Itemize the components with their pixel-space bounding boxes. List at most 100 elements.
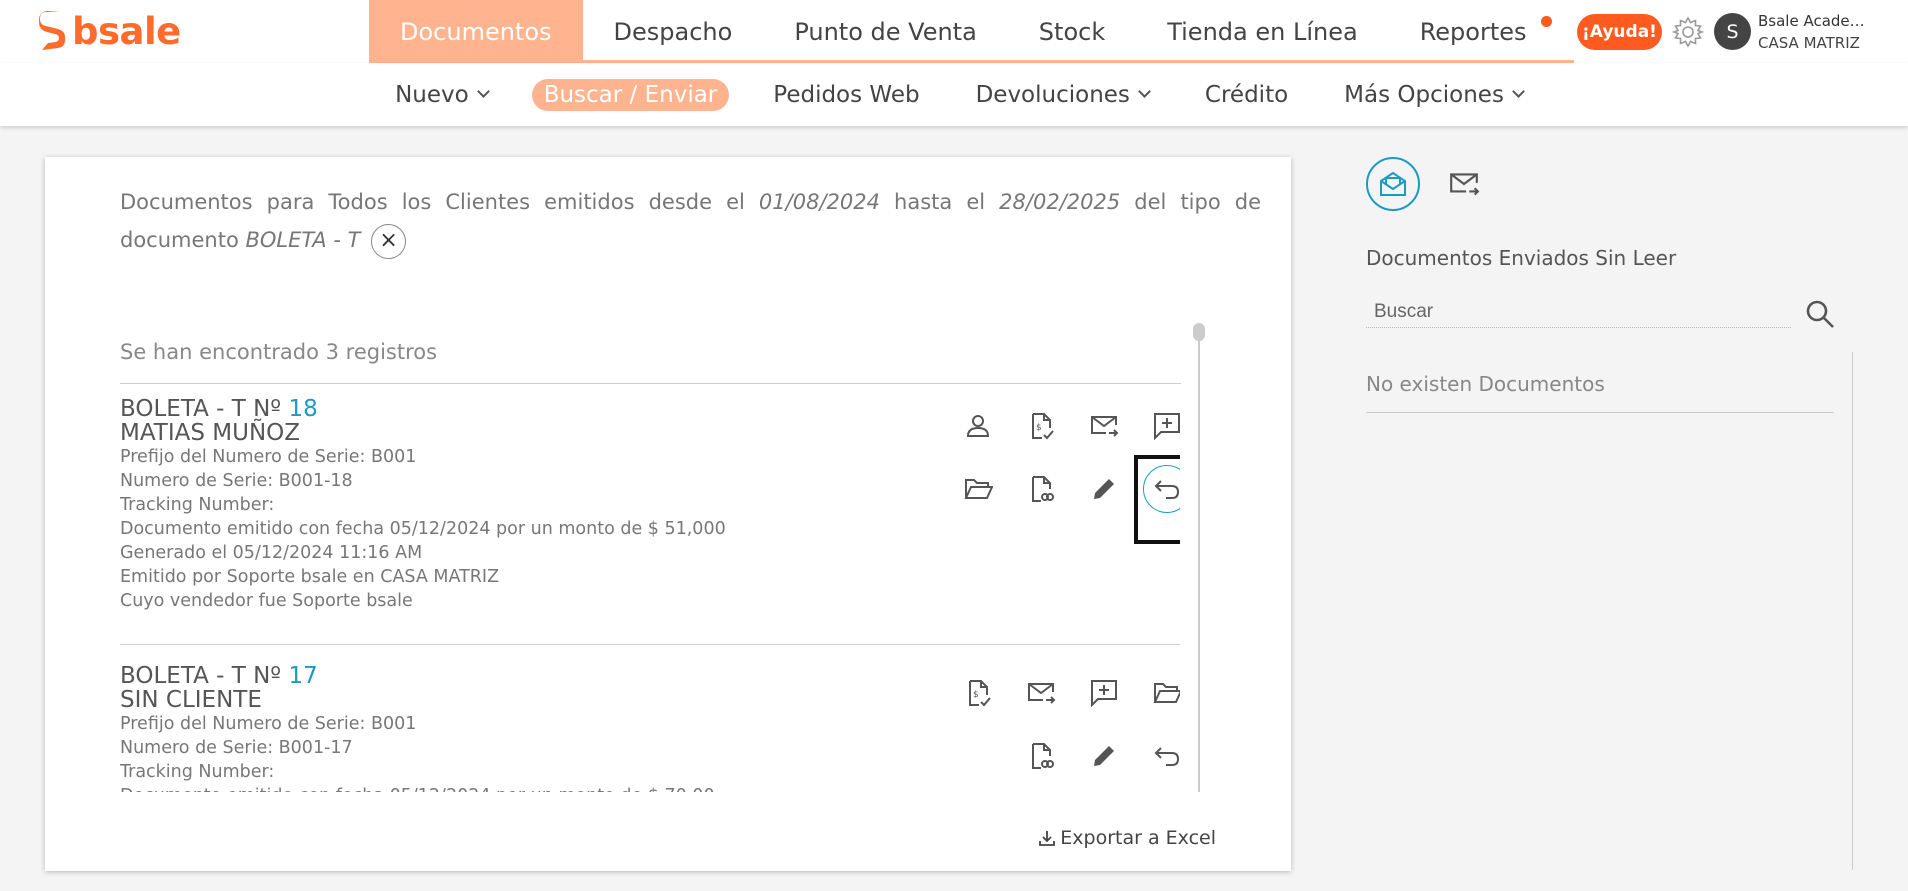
send-email-button[interactable] [1017, 669, 1065, 717]
filter-text-part: hasta el [894, 190, 986, 214]
nav-label: Documentos [400, 17, 552, 46]
payment-document-button[interactable]: $ [1017, 402, 1065, 450]
user-name[interactable]: Bsale Academ... [1758, 12, 1878, 30]
subnav-label: Pedidos Web [773, 81, 920, 108]
edit-button[interactable] [1080, 465, 1128, 513]
subnav-credito[interactable]: Crédito [1177, 79, 1316, 111]
records-list: BOLETA - T Nº 18 MATIAS MUÑOZ Prefijo de… [120, 387, 1180, 792]
nav-punto-de-venta[interactable]: Punto de Venta [763, 0, 1007, 63]
sub-nav: Nuevo Buscar / Enviar Pedidos Web Devolu… [0, 63, 1908, 126]
document-dollar-icon: $ [969, 680, 991, 707]
document-dollar-icon: $ [1032, 413, 1054, 440]
return-button[interactable] [1143, 732, 1180, 780]
scrollbar-thumb[interactable] [1193, 323, 1205, 341]
panel-title: Documentos Enviados Sin Leer [1366, 246, 1677, 270]
comment-add-icon [1154, 413, 1180, 441]
filter-text-part: Documentos para Todos los Clientes emiti… [120, 190, 745, 214]
user-branch[interactable]: CASA MATRIZ [1758, 34, 1860, 52]
help-button[interactable]: ¡Ayuda! [1577, 14, 1662, 50]
record-number[interactable]: 18 [288, 396, 317, 422]
clear-filter-button[interactable]: × [371, 223, 407, 259]
results-count: Se han encontrado 3 registros [120, 340, 438, 364]
top-bar: bsale Documentos Despacho Punto de Venta… [0, 0, 1908, 63]
search-icon[interactable] [1803, 297, 1837, 331]
pencil-icon [1094, 746, 1114, 766]
user-icon [966, 415, 990, 437]
sub-bar: Nuevo Buscar / Enviar Pedidos Web Devolu… [0, 63, 1908, 126]
chevron-down-icon [1512, 85, 1525, 98]
record-detail: Documento emitido con fecha 05/12/2024 p… [120, 784, 1180, 792]
list-item: BOLETA - T Nº 17 SIN CLIENTE Prefijo del… [120, 664, 1180, 792]
mail-send-icon [1091, 416, 1119, 437]
empty-message: No existen Documentos [1366, 372, 1605, 396]
mail-send-icon [1450, 173, 1480, 196]
scrollbar-track[interactable] [1198, 327, 1200, 792]
send-email-button[interactable] [1080, 402, 1128, 450]
nav-tienda-en-linea[interactable]: Tienda en Línea [1136, 0, 1388, 63]
sent-documents-tab[interactable] [1437, 157, 1491, 211]
search-field [1366, 297, 1791, 328]
open-folder-button[interactable] [954, 465, 1002, 513]
export-excel-button[interactable]: Exportar a Excel [1038, 827, 1216, 849]
linked-document-button[interactable] [1017, 732, 1065, 780]
bsale-logo-icon [39, 11, 65, 50]
results-card: Documentos para Todos los Clientes emiti… [45, 157, 1291, 871]
open-folder-button[interactable] [1143, 669, 1180, 717]
main-nav: Documentos Despacho Punto de Venta Stock… [369, 0, 1574, 63]
subnav-label: Buscar / Enviar [543, 81, 718, 108]
divider [1366, 412, 1834, 413]
comment-add-icon [1091, 680, 1117, 708]
unread-documents-tab[interactable] [1366, 157, 1420, 211]
client-button[interactable] [954, 402, 1002, 450]
nav-documentos[interactable]: Documentos [369, 0, 583, 63]
record-title-prefix: BOLETA - T Nº [120, 396, 282, 422]
bsale-logo[interactable]: bsale [38, 9, 181, 53]
filter-date-from: 01/08/2024 [758, 190, 880, 214]
export-label: Exportar a Excel [1060, 827, 1216, 849]
filter-summary: Documentos para Todos los Clientes emiti… [120, 183, 1261, 259]
notification-dot [1540, 16, 1552, 27]
avatar[interactable]: S [1714, 13, 1751, 50]
bsale-logo-text: bsale [72, 9, 181, 53]
record-number[interactable]: 17 [288, 663, 317, 689]
nav-reportes[interactable]: Reportes [1389, 0, 1574, 63]
payment-document-button[interactable]: $ [954, 669, 1002, 717]
add-comment-button[interactable] [1143, 402, 1180, 450]
nav-despacho[interactable]: Despacho [583, 0, 764, 63]
add-comment-button[interactable] [1080, 669, 1128, 717]
subnav-devoluciones[interactable]: Devoluciones [948, 79, 1177, 111]
chevron-down-icon [476, 85, 490, 98]
record-detail: Emitido por Soporte bsale en CASA MATRIZ [120, 567, 500, 587]
subnav-nuevo[interactable]: Nuevo [367, 79, 516, 111]
filter-date-to: 28/02/2025 [999, 190, 1121, 214]
nav-stock[interactable]: Stock [1008, 0, 1136, 63]
chevron-down-icon [1138, 85, 1151, 98]
search-input[interactable] [1366, 297, 1791, 327]
download-icon [1039, 831, 1056, 846]
filter-doc-type: BOLETA - T [245, 228, 361, 252]
list-item: BOLETA - T Nº 18 MATIAS MUÑOZ Prefijo de… [120, 396, 1180, 645]
svg-text:$: $ [1036, 423, 1042, 433]
nav-label: Stock [1038, 17, 1106, 46]
subnav-mas-opciones[interactable]: Más Opciones [1316, 79, 1551, 111]
gear-icon[interactable] [1671, 15, 1705, 49]
nav-label: Despacho [613, 17, 733, 46]
edit-button[interactable] [1080, 732, 1128, 780]
highlight-box [1134, 455, 1180, 544]
pencil-icon [1094, 479, 1114, 499]
subnav-buscar-enviar[interactable]: Buscar / Enviar [531, 78, 730, 111]
linked-document-button[interactable] [1017, 465, 1065, 513]
nav-label: Punto de Venta [794, 17, 977, 46]
subnav-pedidos-web[interactable]: Pedidos Web [745, 79, 947, 111]
subnav-label: Nuevo [395, 81, 469, 108]
document-link-icon [1032, 476, 1054, 502]
undo-arrow-icon [1154, 747, 1180, 766]
subnav-label: Crédito [1204, 81, 1289, 108]
nav-label: Tienda en Línea [1167, 17, 1358, 46]
svg-text:$: $ [973, 690, 979, 700]
mail-send-icon [1028, 683, 1056, 704]
record-detail: Documento emitido con fecha 05/12/2024 p… [120, 519, 726, 539]
subnav-label: Más Opciones [1344, 81, 1504, 108]
record-detail: Generado el 05/12/2024 11:16 AM [120, 543, 423, 563]
divider [120, 383, 1181, 384]
